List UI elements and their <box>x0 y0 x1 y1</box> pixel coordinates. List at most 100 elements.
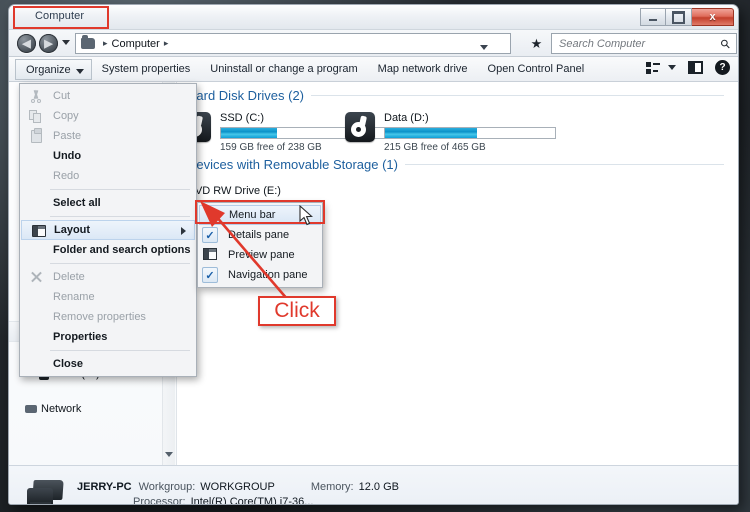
submenu-item-details-pane[interactable]: ✓ Details pane <box>198 225 322 245</box>
submenu-item-navigation-pane[interactable]: ✓ Navigation pane <box>198 265 322 285</box>
breadcrumb[interactable]: ▸ Computer ▸ <box>75 33 511 54</box>
sidebar-item-network[interactable]: Network <box>9 398 176 419</box>
menu-item-label: Cut <box>53 90 71 102</box>
chevron-down-icon <box>75 68 84 74</box>
breadcrumb-separator-icon: ▸ <box>163 38 169 48</box>
menu-item-paste[interactable]: Paste <box>20 126 196 146</box>
drive-item-dvd-rw-e[interactable]: DVD RW Drive (E:) <box>187 185 281 197</box>
menu-item-label: Layout <box>54 224 91 236</box>
computer-name: JERRY-PC <box>77 481 132 493</box>
pane-icon <box>203 248 217 260</box>
computer-icon <box>27 479 67 504</box>
menu-item-label: Close <box>53 358 83 370</box>
minimize-button[interactable] <box>640 8 666 26</box>
menu-item-label: Remove properties <box>53 311 146 323</box>
menu-item-rename[interactable]: Rename <box>20 287 196 307</box>
desktop-background: Computer x ◀ ▶ ▸ Computer ▸ ★ Search Com… <box>0 0 750 512</box>
drive-name: Data (D:) <box>384 112 429 124</box>
menu-item-close[interactable]: Close <box>20 354 196 374</box>
breadcrumb-dropdown-icon[interactable] <box>480 45 488 50</box>
group-divider <box>311 95 724 96</box>
drive-info: Data (D:) 215 GB free of 465 GB <box>384 112 556 153</box>
details-pane: JERRY-PC Workgroup: WORKGROUP Memory: 12… <box>9 465 738 505</box>
back-button[interactable]: ◀ <box>17 34 36 53</box>
forward-button[interactable]: ▶ <box>39 34 58 53</box>
drive-capacity-fill <box>221 128 278 138</box>
mouse-cursor-icon <box>299 205 313 226</box>
menu-item-layout[interactable]: Layout <box>21 220 195 240</box>
breadcrumb-item-computer[interactable]: Computer <box>112 38 160 50</box>
memory-value: 12.0 GB <box>358 481 399 493</box>
menu-item-label: Redo <box>53 170 80 182</box>
submenu-item-preview-pane[interactable]: Preview pane <box>198 245 322 265</box>
group-header-removable-storage[interactable]: Devices with Removable Storage (1) <box>187 157 724 172</box>
search-placeholder: Search Computer <box>559 37 646 50</box>
menu-item-label: Paste <box>53 130 82 142</box>
menu-item-cut[interactable]: Cut <box>20 86 196 106</box>
drive-capacity-bar <box>384 127 556 139</box>
menu-item-label: Copy <box>53 110 79 122</box>
copy-icon <box>29 110 43 123</box>
toolbar-item-open-control-panel[interactable]: Open Control Panel <box>478 59 595 80</box>
help-icon[interactable]: ? <box>715 60 730 75</box>
organize-label: Organize <box>26 63 71 76</box>
drive-capacity-fill <box>385 128 477 138</box>
close-button[interactable]: x <box>692 8 734 26</box>
menu-item-redo[interactable]: Redo <box>20 166 196 186</box>
memory-label: Memory: <box>310 481 354 493</box>
menu-divider <box>50 189 190 190</box>
address-bar: ◀ ▶ ▸ Computer ▸ ★ Search Computer ⚲ <box>9 30 738 57</box>
maximize-button[interactable] <box>666 8 692 26</box>
scissors-icon <box>29 90 43 103</box>
group-divider <box>404 164 724 165</box>
drive-item-data-d[interactable]: Data (D:) 215 GB free of 465 GB <box>345 112 556 153</box>
sidebar-item-label: Network <box>41 402 82 415</box>
menu-item-delete[interactable]: Delete <box>20 267 196 287</box>
submenu-item-label: Menu bar <box>229 209 276 221</box>
menu-item-select-all[interactable]: Select all <box>20 193 196 213</box>
menu-item-copy[interactable]: Copy <box>20 106 196 126</box>
computer-folder-icon <box>81 35 95 49</box>
recent-locations-chevron-icon[interactable] <box>62 40 70 45</box>
organize-button[interactable]: Organize <box>15 58 92 80</box>
explorer-window: Computer x ◀ ▶ ▸ Computer ▸ ★ Search Com… <box>8 4 739 505</box>
organize-dropdown-menu[interactable]: Cut Copy Paste Undo Redo Select all Layo… <box>19 83 197 377</box>
menu-item-label: Rename <box>53 291 95 303</box>
delete-x-icon <box>29 271 43 284</box>
menu-item-remove-properties[interactable]: Remove properties <box>20 307 196 327</box>
chevron-down-icon[interactable] <box>668 65 676 70</box>
refresh-icon[interactable]: ★ <box>527 34 546 53</box>
menu-divider <box>50 216 190 217</box>
submenu-item-label: Details pane <box>228 229 290 241</box>
breadcrumb-separator-icon: ▸ <box>103 38 108 48</box>
menu-item-undo[interactable]: Undo <box>20 146 196 166</box>
toolbar-item-map-network-drive[interactable]: Map network drive <box>368 59 478 80</box>
menu-item-folder-and-search-options[interactable]: Folder and search options <box>20 240 196 260</box>
details-text-group: JERRY-PC Workgroup: WORKGROUP Memory: 12… <box>77 481 399 505</box>
menu-divider <box>50 350 190 351</box>
paste-icon <box>31 128 42 143</box>
check-icon: ✓ <box>202 227 218 243</box>
layout-icon <box>32 225 46 237</box>
details-row-primary: JERRY-PC Workgroup: WORKGROUP Memory: 12… <box>77 481 399 493</box>
drive-icon <box>345 112 375 142</box>
group-header-label: Devices with Removable Storage (1) <box>187 157 398 172</box>
title-bar: Computer x <box>9 5 738 30</box>
menu-item-label: Properties <box>53 331 108 343</box>
click-annotation-label: Click <box>274 299 320 322</box>
search-input[interactable]: Search Computer ⚲ <box>551 33 737 54</box>
toolbar-item-uninstall-or-change-a-program[interactable]: Uninstall or change a program <box>200 59 367 80</box>
menu-divider <box>50 263 190 264</box>
group-header-hard-disk-drives[interactable]: Hard Disk Drives (2) <box>187 88 724 103</box>
show-preview-pane-icon[interactable] <box>688 61 703 74</box>
chevron-right-icon <box>181 227 186 235</box>
menu-item-label: Select all <box>53 197 101 209</box>
menu-item-properties[interactable]: Properties <box>20 327 196 347</box>
toolbar-item-system-properties[interactable]: System properties <box>92 59 201 80</box>
change-view-icon[interactable] <box>646 61 660 74</box>
workgroup-label: Workgroup: <box>138 481 196 493</box>
scroll-down-arrow-icon[interactable] <box>165 452 173 457</box>
processor-label: Processor: <box>133 496 186 505</box>
command-toolbar: Organize System properties Uninstall or … <box>9 57 738 82</box>
processor-value: Intel(R) Core(TM) i7-36... <box>190 496 314 505</box>
